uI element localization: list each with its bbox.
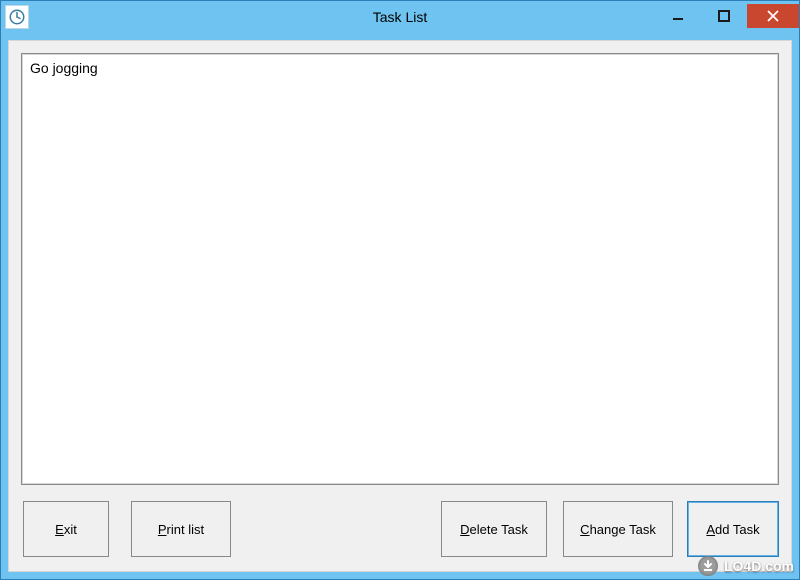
task-listbox[interactable]: Go jogging [21, 53, 779, 485]
minimize-button[interactable] [655, 4, 701, 28]
client-area: Go jogging Exit Print list Delete Task C… [8, 40, 792, 572]
spacer [231, 501, 441, 557]
add-task-button[interactable]: Add Task [687, 501, 779, 557]
print-list-button[interactable]: Print list [131, 501, 231, 557]
close-button[interactable] [747, 4, 799, 28]
delete-task-button[interactable]: Delete Task [441, 501, 547, 557]
exit-button[interactable]: Exit [23, 501, 109, 557]
app-window: Task List Go jogging [0, 0, 800, 580]
titlebar[interactable]: Task List [1, 1, 799, 33]
window-controls [655, 4, 799, 30]
button-row: Exit Print list Delete Task Change Task … [21, 501, 779, 557]
clock-icon [5, 5, 29, 29]
list-item[interactable]: Go jogging [30, 59, 770, 77]
maximize-button[interactable] [701, 4, 747, 28]
change-task-button[interactable]: Change Task [563, 501, 673, 557]
